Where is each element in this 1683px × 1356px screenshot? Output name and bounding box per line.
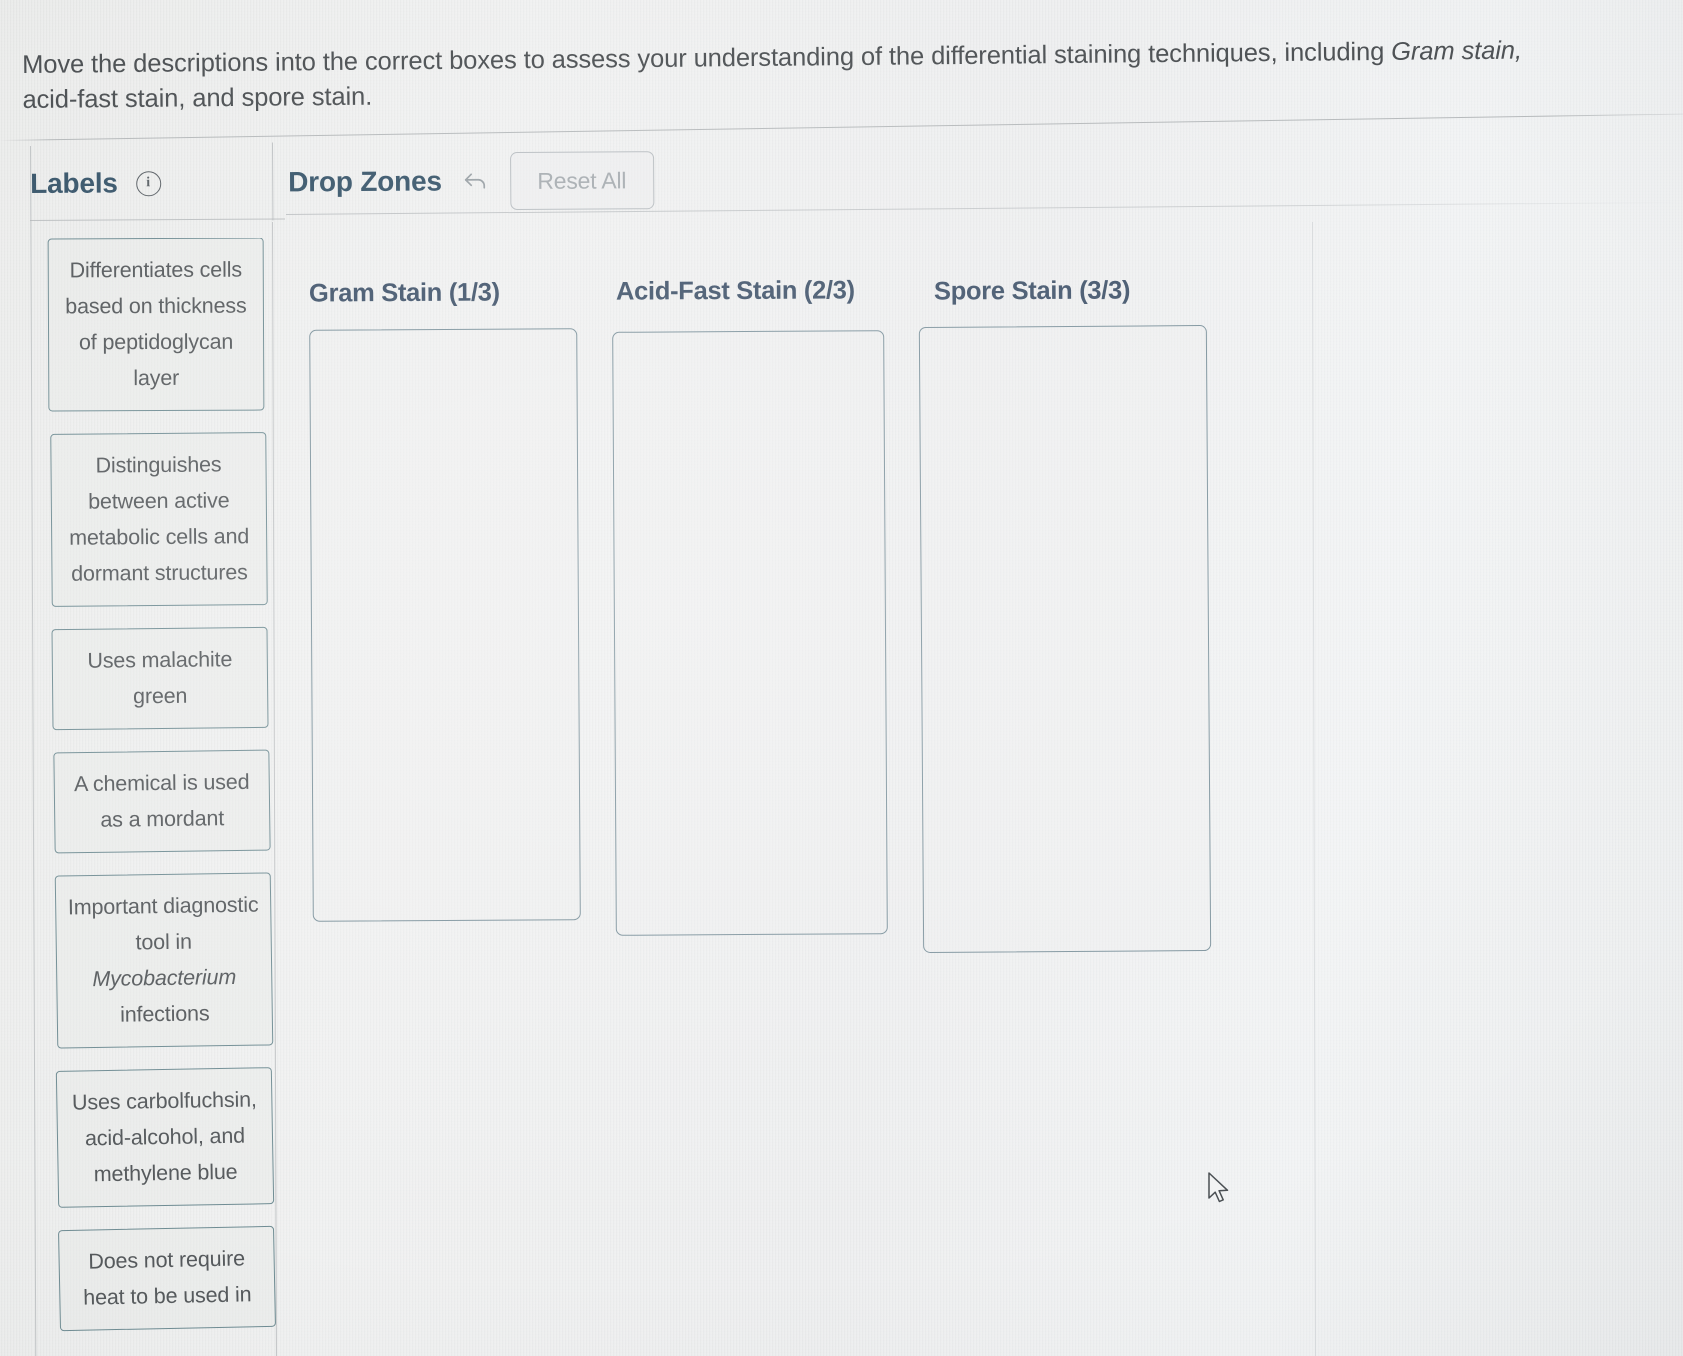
toolbar: Labels i Drop Zones Reset All [30,138,1680,221]
panel-right-border [1312,221,1316,1356]
labels-title: Labels [30,167,118,199]
activity-page: Move the descriptions into the correct b… [0,0,1683,1356]
reset-all-button[interactable]: Reset All [509,151,654,211]
prompt-line1-italic: Gram stain, [1391,36,1523,66]
mouse-pointer-icon [1207,1172,1233,1206]
drop-zone-gram-stain[interactable] [309,328,581,922]
drop-zone-spore-stain[interactable] [918,325,1212,953]
drop-zones-header-group: Drop Zones Reset All [288,144,654,218]
undo-arrow-icon[interactable] [462,168,488,194]
label-card[interactable]: Important diagnostic tool in Mycobacteri… [54,872,274,1049]
divider-above-toolbar [0,113,1683,141]
label-card-text-italic: Mycobacterium [92,964,237,992]
prompt-text: Move the descriptions into the correct b… [22,34,1533,118]
labels-list: Differentiates cells based on thickness … [46,238,276,1332]
label-card[interactable]: Uses carbolfuchsin, acid-alcohol, and me… [55,1067,275,1208]
drop-zone-title: Spore Stain (3/3) [933,276,1131,306]
prompt-line2: acid-fast stain, and spore stain. [22,82,373,114]
info-icon[interactable]: i [135,170,161,196]
labels-header-group: Labels i [30,147,161,220]
drop-zone-acid-fast-stain[interactable] [612,330,888,936]
drop-zones-title: Drop Zones [288,165,442,198]
toolbar-separator [271,142,274,221]
labels-list-clip: Differentiates cells based on thickness … [46,238,346,1356]
panel-left-border [30,145,37,1356]
label-card[interactable]: Distinguishes between active metabolic c… [50,432,268,607]
drop-zone-title: Gram Stain (1/3) [308,278,500,308]
drop-zone-title: Acid-Fast Stain (2/3) [615,276,855,306]
label-card-text-pre: Important diagnostic tool in [67,892,259,955]
label-card-text-post: infections [119,1001,210,1027]
label-card[interactable]: Differentiates cells based on thickness … [47,238,265,412]
prompt-line1-pre: Move the descriptions into the correct b… [22,37,1392,79]
label-card[interactable]: Uses malachite green [51,626,269,731]
label-card[interactable]: Does not require heat to be used in [58,1225,276,1332]
label-card[interactable]: A chemical is used as a mordant [53,749,271,854]
